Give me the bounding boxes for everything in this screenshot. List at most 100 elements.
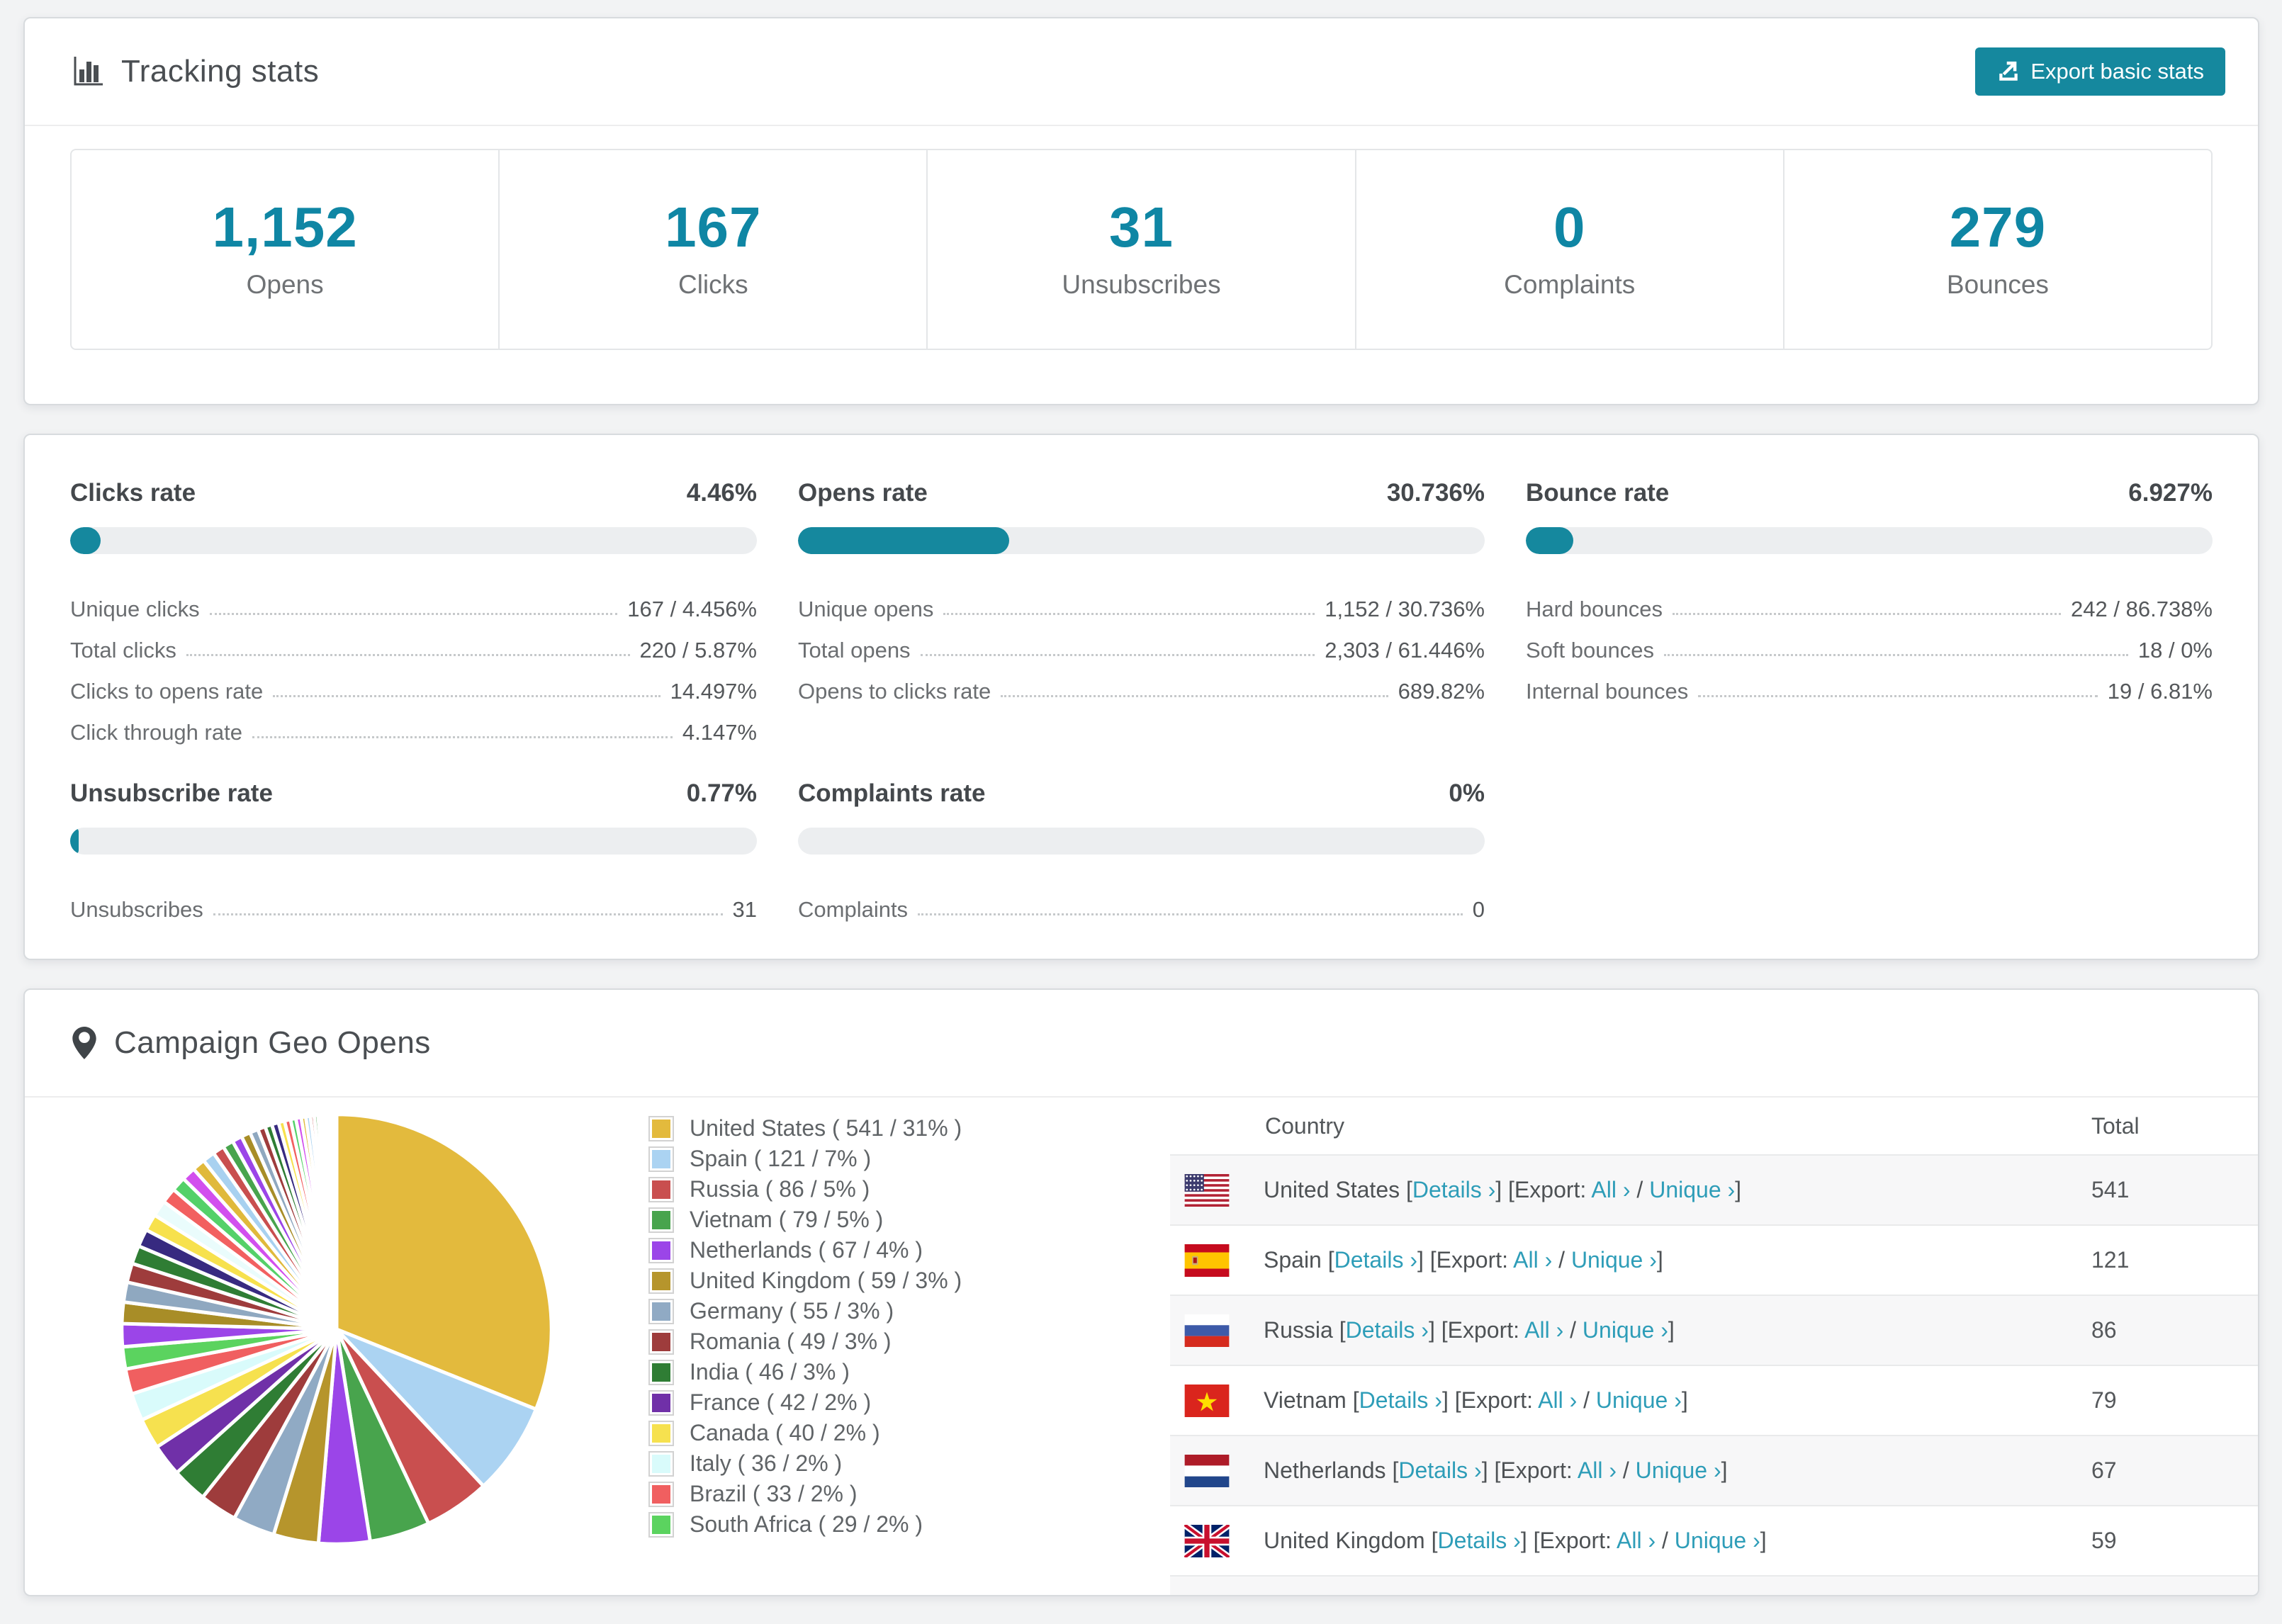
export-unique-link[interactable]: Unique › [1636, 1457, 1721, 1483]
stat-row: Clicks to opens rate 14.497% [70, 665, 757, 706]
legend-item-italy[interactable]: Italy ( 36 / 2% ) [648, 1448, 1159, 1479]
stat-value: 0 [1472, 897, 1485, 922]
stat-label: Complaints [798, 897, 909, 922]
geo-title: Campaign Geo Opens [114, 1025, 431, 1060]
country-name: Spain [1264, 1247, 1328, 1273]
table-row-gb: United Kingdom [Details ›] [Export: All … [1170, 1505, 2258, 1575]
details-link[interactable]: Details › [1346, 1317, 1429, 1343]
legend-label: South Africa ( 29 / 2% ) [690, 1511, 923, 1537]
country-name: Vietnam [1264, 1387, 1353, 1413]
details-link[interactable]: Details › [1398, 1457, 1481, 1483]
legend-item-russia[interactable]: Russia ( 86 / 5% ) [648, 1174, 1159, 1205]
export-all-link[interactable]: All › [1578, 1457, 1617, 1483]
rate-progress-bar [798, 828, 1485, 855]
export-unique-link[interactable]: Unique › [1675, 1528, 1760, 1553]
legend-item-united-states[interactable]: United States ( 541 / 31% ) [648, 1113, 1159, 1144]
export-basic-stats-button[interactable]: Export basic stats [1975, 47, 2225, 96]
legend-swatch [648, 1237, 674, 1263]
summary-cell-complaints: 0 Complaints [1354, 149, 1784, 350]
stat-row: Internal bounces 19 / 6.81% [1526, 665, 2213, 706]
geo-table: Country Total United States [Details ›] … [1159, 1098, 2258, 1595]
column-header-total: Total [2091, 1112, 2140, 1139]
legend-item-canada[interactable]: Canada ( 40 / 2% ) [648, 1418, 1159, 1448]
legend-swatch [648, 1389, 674, 1416]
rate-head: Clicks rate 4.46% [70, 479, 757, 507]
summary-value: 1,152 [212, 196, 358, 259]
export-unique-link[interactable]: Unique › [1596, 1387, 1682, 1413]
stat-row: Opens to clicks rate 689.82% [798, 665, 1485, 706]
stat-label: Unique opens [798, 597, 934, 621]
legend-item-spain[interactable]: Spain ( 121 / 7% ) [648, 1144, 1159, 1174]
rate-progress-fill [70, 828, 79, 855]
stat-label: Hard bounces [1526, 597, 1663, 621]
dotted-leader [209, 613, 618, 615]
export-unique-link[interactable]: Unique › [1583, 1317, 1668, 1343]
bar-chart-icon [72, 55, 104, 88]
export-button-label: Export basic stats [2030, 59, 2204, 84]
stat-value: 242 / 86.738% [2071, 597, 2213, 621]
export-all-link[interactable]: All › [1617, 1528, 1656, 1553]
geo-pie-chart[interactable] [25, 1098, 648, 1595]
stat-value: 14.497% [670, 679, 757, 704]
country-cell: Spain [Details ›] [Export: All › / Uniqu… [1264, 1247, 1663, 1273]
legend-item-brazil[interactable]: Brazil ( 33 / 2% ) [648, 1479, 1159, 1509]
dotted-leader [1001, 695, 1388, 697]
column-header-country: Country [1265, 1112, 1345, 1139]
legend-swatch [648, 1146, 674, 1172]
details-link[interactable]: Details › [1334, 1247, 1417, 1273]
rate-progress-bar [1526, 527, 2213, 554]
country-name: United Kingdom [1264, 1528, 1432, 1553]
rate-head: Opens rate 30.736% [798, 479, 1485, 507]
dotted-leader [1663, 654, 2128, 656]
rates-grid: Clicks rate 4.46% Unique clicks 167 / 4.456… [70, 479, 2213, 924]
legend-item-vietnam[interactable]: Vietnam ( 79 / 5% ) [648, 1205, 1159, 1235]
geo-table-rows: United States [Details ›] [Export: All ›… [1170, 1154, 2258, 1595]
stat-row: Hard bounces 242 / 86.738% [1526, 582, 2213, 624]
geo-legend: United States ( 541 / 31% ) Spain ( 121 /… [648, 1098, 1159, 1595]
export-all-link[interactable]: All › [1513, 1247, 1552, 1273]
details-link[interactable]: Details › [1359, 1387, 1442, 1413]
details-link[interactable]: Details › [1412, 1177, 1495, 1202]
table-row-us: United States [Details ›] [Export: All ›… [1170, 1154, 2258, 1224]
table-row-ru: Russia [Details ›] [Export: All › / Uniq… [1170, 1295, 2258, 1365]
summary-value: 167 [665, 196, 762, 259]
rate-block: Clicks rate 4.46% Unique clicks 167 / 4.456… [70, 479, 757, 747]
stat-label: Unsubscribes [70, 897, 203, 922]
legend-item-south-africa[interactable]: South Africa ( 29 / 2% ) [648, 1509, 1159, 1540]
geo-body: United States ( 541 / 31% ) Spain ( 121 /… [25, 1098, 2258, 1595]
total-cell: 67 [2091, 1457, 2117, 1483]
total-cell: 121 [2091, 1247, 2130, 1273]
legend-item-romania[interactable]: Romania ( 49 / 3% ) [648, 1326, 1159, 1357]
rate-block: Unsubscribe rate 0.77% Unsubscribes 31 [70, 779, 757, 924]
legend-label: Netherlands ( 67 / 4% ) [690, 1237, 923, 1263]
dotted-leader [252, 736, 673, 738]
export-unique-link[interactable]: Unique › [1649, 1177, 1735, 1202]
dotted-leader [918, 913, 1463, 915]
stat-value: 2,303 / 61.446% [1325, 638, 1485, 662]
export-unique-link[interactable]: Unique › [1571, 1247, 1657, 1273]
country-name: Russia [1264, 1317, 1339, 1343]
legend-item-france[interactable]: France ( 42 / 2% ) [648, 1387, 1159, 1418]
legend-swatch [648, 1268, 674, 1294]
rate-rows: Complaints 0 [798, 883, 1485, 924]
export-all-link[interactable]: All › [1538, 1387, 1577, 1413]
pie-slice-other[interactable] [334, 1112, 339, 1331]
summary-label: Bounces [1946, 270, 2049, 299]
legend-item-united-kingdom[interactable]: United Kingdom ( 59 / 3% ) [648, 1265, 1159, 1296]
flag-nl-icon [1184, 1454, 1230, 1487]
rate-progress-fill [798, 527, 1009, 554]
pie-svg[interactable] [113, 1106, 560, 1552]
export-all-link[interactable]: All › [1524, 1317, 1563, 1343]
map-pin-icon [72, 1026, 97, 1060]
rate-rows: Hard bounces 242 / 86.738% Soft bounces 18 … [1526, 582, 2213, 706]
stat-value: 167 / 4.456% [627, 597, 757, 621]
export-all-link[interactable]: All › [1591, 1177, 1630, 1202]
legend-item-netherlands[interactable]: Netherlands ( 67 / 4% ) [648, 1235, 1159, 1265]
summary-value: 279 [1949, 196, 2047, 259]
legend-item-germany[interactable]: Germany ( 55 / 3% ) [648, 1296, 1159, 1326]
table-row-de: Germany [Details ›] [Export: All › / Uni… [1170, 1575, 2258, 1595]
rate-value: 0% [1449, 779, 1485, 807]
flag-es-icon [1184, 1244, 1230, 1277]
details-link[interactable]: Details › [1437, 1528, 1520, 1553]
legend-item-india[interactable]: India ( 46 / 3% ) [648, 1357, 1159, 1387]
